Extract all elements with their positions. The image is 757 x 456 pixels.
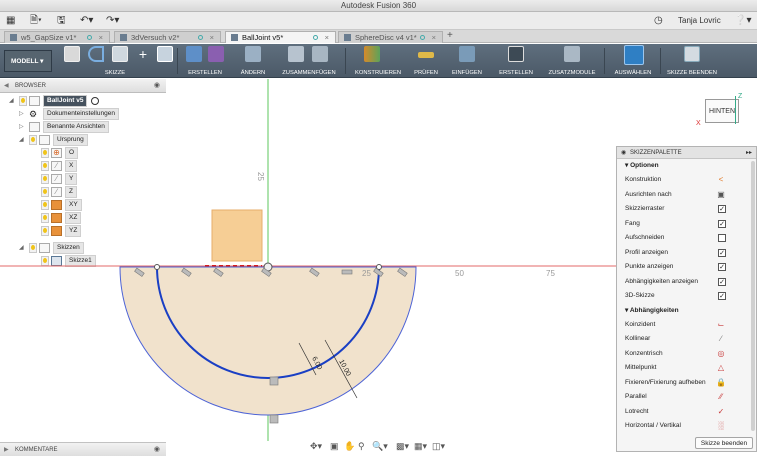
pan-icon[interactable]: ✋ (344, 441, 355, 452)
constraint-midpoint[interactable]: Mittelpunkt △ (617, 361, 756, 376)
constraint-perpendicular[interactable]: Lotrecht ✓ (617, 405, 756, 420)
constraint-horizontal-vertical[interactable]: Horizontal / Vertikal ░ (617, 419, 756, 434)
show-profile-checkbox[interactable]: ✓ (718, 248, 726, 257)
sketch-point[interactable] (154, 264, 160, 270)
constraint-parallel[interactable]: Parallel ∕∕ (617, 390, 756, 405)
orbit-icon[interactable]: ✥▾ (310, 441, 322, 452)
sketch-palette: ◉ SKIZZENPALETTE ▸▸ ▾ Optionen Konstrukt… (616, 146, 757, 452)
sketch-palette-header[interactable]: ◉ SKIZZENPALETTE ▸▸ (617, 147, 756, 159)
sketch-plane-rect (211, 209, 263, 262)
constraints-section-header[interactable]: ▾ Abhängigkeiten (617, 304, 756, 318)
constraint-concentric[interactable]: Konzentrisch ◎ (617, 347, 756, 362)
fit-icon[interactable]: 🔍▾ (372, 441, 388, 452)
construction-icon[interactable]: < (716, 174, 726, 186)
palette-collapse-icon[interactable]: ◉ (621, 147, 626, 159)
look-at-icon[interactable]: ▣ (716, 189, 726, 201)
3d-sketch-checkbox[interactable]: ✓ (718, 292, 726, 300)
option-snap[interactable]: Fang ✓ (617, 217, 756, 232)
option-show-profile[interactable]: Profil anzeigen ✓ (617, 246, 756, 261)
viewports-icon[interactable]: ◫▾ (432, 441, 445, 452)
midpoint-icon[interactable]: △ (716, 362, 726, 374)
grid-settings-icon[interactable]: ▦▾ (414, 441, 427, 452)
look-at-icon[interactable]: ▣ (330, 441, 339, 452)
slice-checkbox[interactable] (718, 234, 726, 242)
navigation-bar: ✥▾ ▣ ✋ ⚲ 🔍▾ ▩▾ ▦▾ ◫▾ (310, 441, 445, 454)
options-section-header[interactable]: ▾ Optionen (617, 159, 756, 173)
option-look-at[interactable]: Ausrichten nach ▣ (617, 188, 756, 203)
snap-checkbox[interactable]: ✓ (718, 219, 726, 228)
view-cube-x-label: X (696, 120, 701, 127)
option-sketch-grid[interactable]: Skizzierraster ✓ (617, 202, 756, 217)
view-cube-axis (735, 96, 736, 124)
horizontal-vertical-icon[interactable]: ░ (716, 420, 726, 432)
lock-icon[interactable]: 🔒 (716, 377, 726, 389)
coincident-icon[interactable]: ⌙ (716, 319, 726, 331)
palette-scrollbar[interactable] (751, 161, 755, 431)
zoom-icon[interactable]: ⚲ (358, 441, 365, 452)
finish-sketch-button[interactable]: Skizze beenden (695, 437, 753, 449)
view-cube[interactable]: HINTEN (705, 99, 739, 123)
ruler-label: 25 (256, 172, 265, 181)
concentric-icon[interactable]: ◎ (716, 348, 726, 360)
view-cube-z-label: Z (738, 93, 743, 100)
option-slice[interactable]: Aufschneiden (617, 231, 756, 246)
ruler-label: 50 (455, 269, 464, 278)
show-constraints-checkbox[interactable]: ✓ (718, 277, 726, 286)
sketch-grid-checkbox[interactable]: ✓ (718, 205, 726, 213)
option-construction[interactable]: Konstruktion < (617, 173, 756, 188)
perpendicular-icon[interactable]: ✓ (716, 406, 726, 418)
show-points-checkbox[interactable]: ✓ (718, 263, 726, 271)
parallel-icon[interactable]: ∕∕ (716, 391, 726, 403)
outer-profile[interactable] (119, 266, 417, 416)
collinear-icon[interactable]: ∕ (716, 333, 726, 345)
constraint-collinear[interactable]: Kollinear ∕ (617, 332, 756, 347)
ruler-label: 25 (362, 269, 371, 278)
display-settings-icon[interactable]: ▩▾ (396, 441, 409, 452)
option-3d-sketch[interactable]: 3D-Skizze ✓ (617, 289, 756, 304)
constraint-coincident[interactable]: Koinzident ⌙ (617, 318, 756, 333)
ruler-label: 75 (546, 269, 555, 278)
option-show-points[interactable]: Punkte anzeigen ✓ (617, 260, 756, 275)
option-show-constraints[interactable]: Abhängigkeiten anzeigen ✓ (617, 275, 756, 290)
constraint-fix[interactable]: Fixieren/Fixierung aufheben 🔒 (617, 376, 756, 391)
palette-expand-icon[interactable]: ▸▸ (746, 147, 752, 159)
